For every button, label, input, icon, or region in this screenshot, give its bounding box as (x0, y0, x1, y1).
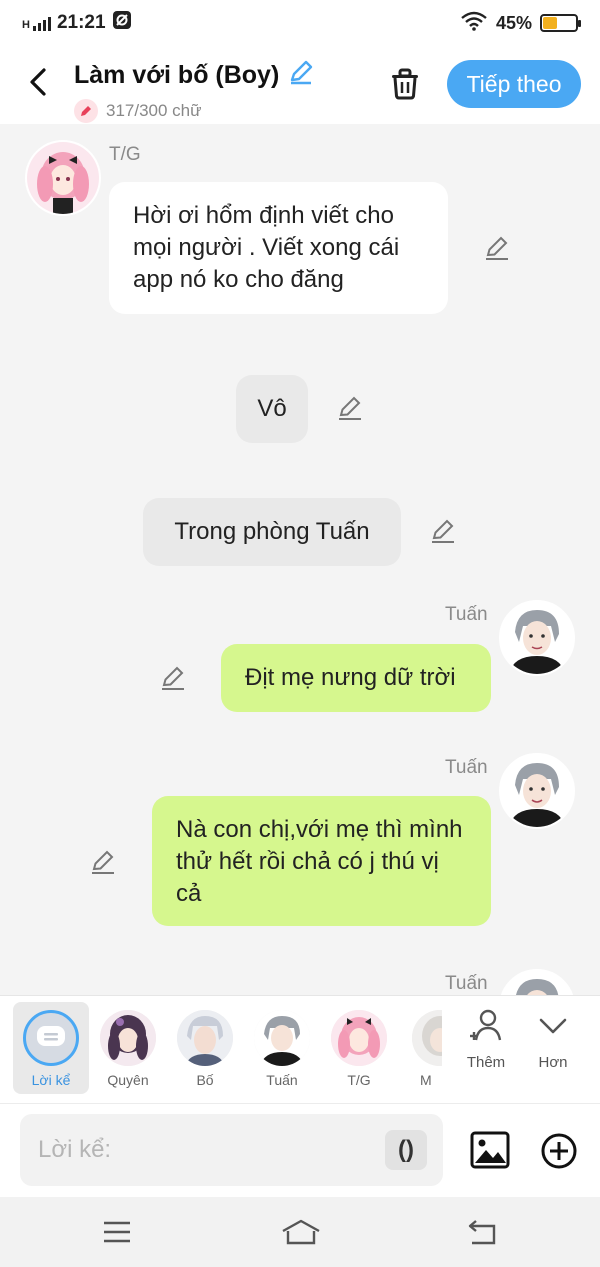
message-bubble[interactable]: Địt mẹ nưng dữ trời (221, 644, 491, 712)
message-bubble[interactable]: Nà con chị,với mẹ thì mình thử hết rồi c… (152, 796, 491, 926)
app-notification-icon (112, 10, 132, 36)
speaker-name: Tuấn (445, 604, 488, 625)
character-label: Lời kể (31, 1072, 71, 1088)
chat-area: T/G Hời ơi hổm định viết cho mọi người .… (0, 124, 600, 995)
story-title: Làm với bố (Boy) (74, 61, 280, 89)
input-placeholder: Lời kể: (38, 1136, 112, 1163)
battery-percent: 45% (495, 12, 532, 33)
edit-pencil-icon[interactable] (429, 517, 457, 545)
character-label: T/G (347, 1072, 371, 1088)
back-nav-icon[interactable] (466, 1217, 500, 1247)
image-icon[interactable] (470, 1130, 510, 1170)
battery-icon (540, 14, 581, 32)
character-narrator[interactable]: Lời kể (13, 1002, 89, 1094)
add-circle-icon[interactable] (540, 1132, 578, 1170)
character-selector: Lời kể Quyên Bố Tuấn T/G M Thêm Hơn (0, 995, 600, 1103)
speaker-name: T/G (109, 144, 141, 165)
edit-title-pencil-icon[interactable] (287, 58, 315, 93)
avatar (254, 1010, 310, 1066)
avatar (100, 1010, 156, 1066)
character-bo[interactable]: Bố (167, 1002, 243, 1094)
character-tuan[interactable]: Tuấn (244, 1002, 320, 1094)
avatar-tuan[interactable] (499, 600, 575, 676)
speaker-name: Tuấn (445, 973, 488, 994)
word-count: 317/300 chữ (106, 101, 202, 120)
edit-pencil-icon[interactable] (89, 848, 117, 876)
avatar (177, 1010, 233, 1066)
avatar (412, 1010, 442, 1066)
narration-input[interactable]: Lời kể: () (20, 1114, 443, 1186)
wifi-icon (460, 11, 488, 36)
speaker-name: Tuấn (445, 757, 488, 778)
clock: 21:21 (56, 12, 106, 33)
word-count-pencil-icon (74, 99, 98, 123)
add-label: Thêm (466, 1054, 506, 1071)
trash-icon[interactable] (386, 64, 424, 102)
back-arrow-icon[interactable] (22, 64, 54, 100)
edit-pencil-icon[interactable] (159, 664, 187, 692)
narration-bubble[interactable]: Vô (236, 375, 308, 443)
character-quyen[interactable]: Quyên (90, 1002, 166, 1094)
menu-icon[interactable] (100, 1217, 134, 1247)
edit-pencil-icon[interactable] (483, 234, 511, 262)
composer: Lời kể: () (0, 1103, 600, 1197)
network-type: H (22, 19, 30, 31)
avatar-tg[interactable] (25, 140, 101, 216)
avatar (331, 1010, 387, 1066)
character-m[interactable]: M (398, 1002, 442, 1094)
parentheses-button[interactable]: () (385, 1130, 427, 1170)
status-bar: H 21:21 45% (0, 0, 600, 46)
character-tg[interactable]: T/G (321, 1002, 397, 1094)
edit-pencil-icon[interactable] (336, 394, 364, 422)
avatar-tuan[interactable] (499, 753, 575, 829)
next-button[interactable]: Tiếp theo (447, 60, 581, 108)
system-navigation-bar (0, 1197, 600, 1267)
more-label: Hơn (538, 1054, 568, 1071)
add-person-icon (470, 1009, 502, 1041)
add-character-button[interactable]: Thêm (454, 1006, 518, 1071)
narrator-chat-icon (23, 1010, 79, 1066)
more-button[interactable]: Hơn (521, 1006, 585, 1071)
character-label: Bố (196, 1072, 214, 1088)
home-icon[interactable] (280, 1217, 322, 1247)
avatar-tuan[interactable] (499, 969, 575, 995)
narration-bubble[interactable]: Trong phòng Tuấn (143, 498, 401, 566)
chevron-down-icon (539, 1018, 567, 1034)
top-app-bar: Làm với bố (Boy) 317/300 chữ Tiếp theo (0, 46, 600, 124)
character-label: Tuấn (266, 1072, 298, 1088)
message-bubble[interactable]: Hời ơi hổm định viết cho mọi người . Viế… (109, 182, 448, 314)
character-label: M (420, 1072, 432, 1088)
character-label: Quyên (107, 1072, 149, 1088)
signal-icon: H (22, 15, 51, 31)
